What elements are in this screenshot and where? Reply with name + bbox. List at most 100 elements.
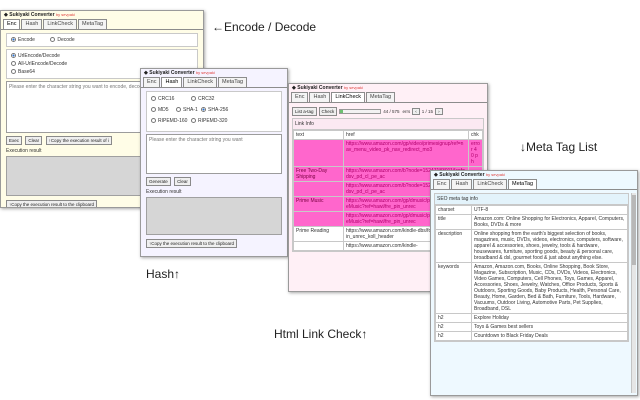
tab-hash[interactable]: Hash bbox=[309, 92, 331, 102]
tab-enc[interactable]: Enc bbox=[433, 179, 451, 189]
column-header: text bbox=[293, 130, 344, 140]
link-text-cell: Prime Music bbox=[293, 196, 344, 212]
link-text-cell bbox=[293, 181, 344, 197]
annotation-hash: Hash↑ bbox=[146, 267, 181, 281]
section-title: SEO meta tag info bbox=[435, 194, 628, 205]
page-text: 1 / 15 bbox=[421, 108, 434, 114]
tab-enc[interactable]: Enc bbox=[291, 92, 309, 102]
table-row: h2 Countdown to Black Friday Deals bbox=[435, 331, 628, 341]
linkcheck-toolbar: List a-tag Check 44 / 575 errs ‹ 1 / 15 … bbox=[289, 103, 487, 116]
tab-bar: Enc Hash LinkCheck MetaTag bbox=[1, 19, 203, 30]
meta-value-cell: UTF-8 bbox=[471, 205, 628, 215]
tab-linkcheck[interactable]: LinkCheck bbox=[331, 92, 366, 102]
column-header: chk bbox=[468, 130, 483, 140]
tab-bar: Enc Hash LinkCheck MetaTag bbox=[141, 77, 287, 88]
link-chk-cell: error 4 0 ph bbox=[468, 139, 483, 167]
meta-key-cell: title bbox=[435, 214, 472, 230]
radio-icon bbox=[191, 96, 196, 102]
meta-value-cell: Online shopping from the earth's biggest… bbox=[471, 229, 628, 263]
hash-md5[interactable]: MD5 bbox=[151, 106, 176, 115]
window-title: ◆ Sukiyaki Converter by sevpaki bbox=[144, 70, 215, 76]
radio-icon bbox=[201, 107, 206, 113]
meta-key-cell: h2 bbox=[435, 331, 472, 341]
table-row: charset UTF-8 bbox=[435, 205, 628, 215]
tab-hash[interactable]: Hash bbox=[451, 179, 473, 189]
tab-metatag[interactable]: MetaTag bbox=[78, 19, 108, 29]
meta-value-cell: Countdown to Black Friday Deals bbox=[471, 331, 628, 341]
radio-icon bbox=[176, 107, 181, 113]
hash-crc32[interactable]: CRC32 bbox=[191, 96, 214, 102]
hash-ripemd160[interactable]: RIPEMD-160 bbox=[151, 117, 191, 126]
copy-clipboard-button[interactable]: ↑Copy the execution result to the clipbo… bbox=[6, 200, 98, 207]
scrollbar-thumb[interactable] bbox=[632, 195, 636, 265]
app-name: Sukiyaki Converter bbox=[9, 12, 55, 18]
tab-linkcheck[interactable]: LinkCheck bbox=[473, 179, 508, 189]
hash-ripemd320[interactable]: RIPEMD-320 bbox=[191, 118, 227, 124]
list-atag-button[interactable]: List a-tag bbox=[292, 106, 317, 116]
method-urlencode[interactable]: UrlEncode/Decode bbox=[11, 53, 193, 59]
window-title: ◆ Sukiyaki Converter by sevpaki bbox=[434, 172, 505, 178]
hash-window: ◆ Sukiyaki Converter by sevpaki Enc Hash… bbox=[140, 68, 288, 257]
result-label: Execution result bbox=[146, 189, 182, 195]
table-row: h2 Explore Holiday bbox=[435, 313, 628, 323]
radio-icon bbox=[191, 118, 196, 124]
radio-icon bbox=[11, 53, 16, 59]
progress-text: 44 / 575 bbox=[383, 108, 400, 114]
scrollbar[interactable] bbox=[631, 193, 636, 393]
clear-button[interactable]: Clear bbox=[25, 136, 43, 145]
radio-icon bbox=[11, 61, 16, 67]
tab-metatag[interactable]: MetaTag bbox=[218, 77, 248, 87]
mode-encode[interactable]: Encode bbox=[11, 37, 35, 43]
section-title: Link Info bbox=[293, 119, 483, 130]
clear-button[interactable]: Clear bbox=[174, 177, 191, 186]
meta-value-cell: Explore Holiday bbox=[471, 313, 628, 323]
check-progress-bar bbox=[339, 108, 382, 114]
annotation-encode: ←Encode / Decode bbox=[212, 20, 317, 34]
tab-linkcheck[interactable]: LinkCheck bbox=[183, 77, 218, 87]
radio-icon bbox=[151, 107, 156, 113]
link-text-cell: Prime Reading bbox=[293, 226, 344, 242]
meta-key-cell: charset bbox=[435, 205, 472, 215]
tab-hash[interactable]: Hash bbox=[21, 19, 43, 29]
radio-icon bbox=[50, 37, 56, 43]
hash-sha1[interactable]: SHA-1 bbox=[176, 106, 201, 115]
link-text-cell: Free Two-Day Shipping bbox=[293, 166, 344, 182]
meta-key-cell: description bbox=[435, 229, 472, 263]
tab-hash[interactable]: Hash bbox=[161, 77, 183, 87]
copy-result-button[interactable]: ↑Copy the execution result of i bbox=[45, 136, 112, 145]
link-text-cell bbox=[293, 139, 344, 167]
annotation-metatag: ↓Meta Tag List bbox=[520, 140, 598, 154]
meta-value-cell: Amazon, Amazon.com, Books, Online Shoppi… bbox=[471, 262, 628, 314]
mode-decode[interactable]: Decode bbox=[50, 37, 75, 43]
by-label: by sevpaki bbox=[55, 12, 75, 17]
tab-linkcheck[interactable]: LinkCheck bbox=[43, 19, 78, 29]
exec-button[interactable]: Exec bbox=[6, 136, 23, 145]
next-page-button[interactable]: › bbox=[435, 107, 443, 115]
radio-icon bbox=[11, 69, 16, 75]
hash-sha256[interactable]: SHA-256 bbox=[201, 107, 228, 113]
column-header: href bbox=[343, 130, 469, 140]
prev-page-button[interactable]: ‹ bbox=[412, 107, 420, 115]
hash-options: CRC16 CRC32 MD5 SHA-1 SHA-256 RIPEMD-160 RIP… bbox=[146, 91, 282, 132]
copy-clipboard-button[interactable]: ↑Copy the execution result to the clipbo… bbox=[146, 239, 238, 248]
check-button[interactable]: Check bbox=[318, 106, 338, 116]
link-href-cell[interactable]: https://www.amazon.com/gp/video/primesig… bbox=[343, 139, 469, 167]
meta-table: charset UTF-8 title Amazon.com: Online Shop… bbox=[435, 205, 628, 341]
tab-bar: Enc Hash LinkCheck MetaTag bbox=[431, 179, 637, 190]
tab-enc[interactable]: Enc bbox=[143, 77, 161, 87]
meta-key-cell: h2 bbox=[435, 322, 472, 332]
meta-value-cell: Toys & Games best sellers bbox=[471, 322, 628, 332]
table-row: https://www.amazon.com/gp/video/primesig… bbox=[293, 139, 483, 167]
meta-key-cell: keywords bbox=[435, 262, 472, 314]
tab-bar: Enc Hash LinkCheck MetaTag bbox=[289, 92, 487, 103]
tab-enc[interactable]: Enc bbox=[3, 19, 21, 29]
tab-metatag[interactable]: MetaTag bbox=[366, 92, 396, 102]
tab-metatag[interactable]: MetaTag bbox=[508, 179, 538, 189]
result-area bbox=[146, 197, 282, 235]
hash-input-textarea[interactable]: Please enter the character string you wa… bbox=[146, 134, 282, 174]
link-text-cell bbox=[293, 211, 344, 227]
method-all-urlencode[interactable]: All-UrlEncode/Decode bbox=[11, 61, 193, 67]
hash-crc16[interactable]: CRC16 bbox=[151, 95, 191, 104]
generate-button[interactable]: Generate bbox=[146, 177, 171, 186]
table-row: h2 Toys & Games best sellers bbox=[435, 322, 628, 332]
